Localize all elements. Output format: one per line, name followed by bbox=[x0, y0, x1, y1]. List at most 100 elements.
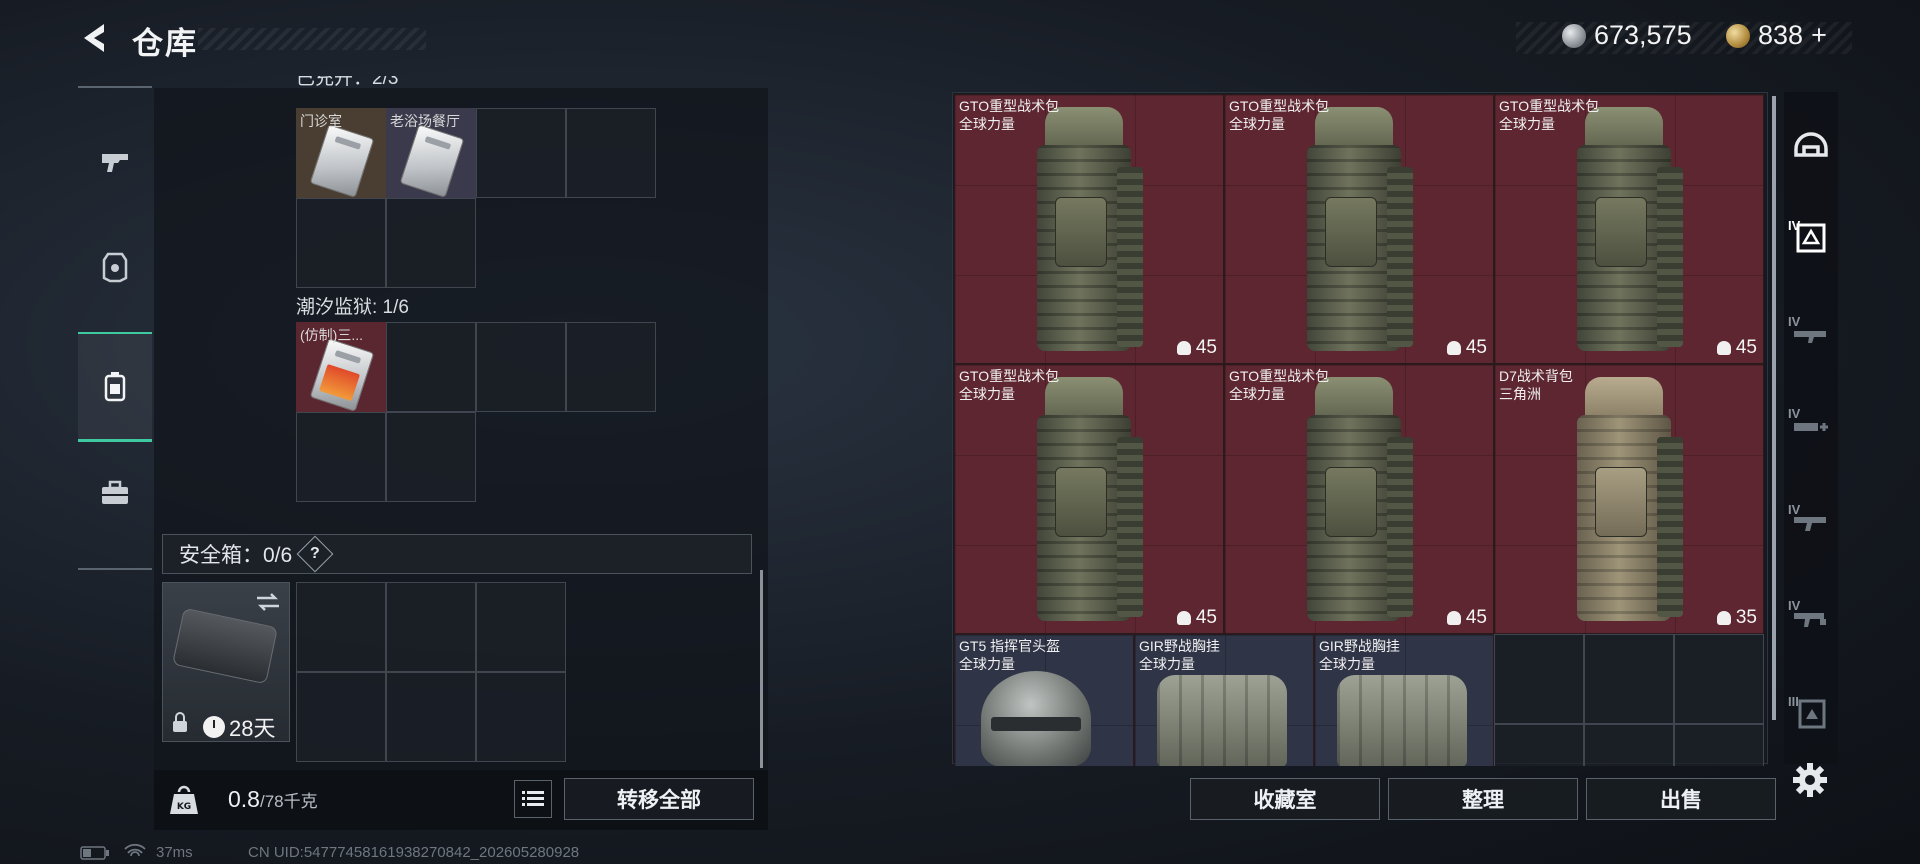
keycard-item[interactable]: 老浴场餐厅 bbox=[386, 108, 476, 198]
item-faction: 全球力量 bbox=[959, 656, 1015, 672]
safe-expiry: 28天 bbox=[203, 711, 275, 743]
battery-icon bbox=[80, 846, 109, 860]
item-faction: 全球力量 bbox=[1229, 386, 1285, 402]
filter-rifle[interactable]: IV bbox=[1786, 292, 1836, 376]
right-scrollbar[interactable] bbox=[1772, 96, 1776, 720]
weight-value: 0.8 bbox=[228, 786, 260, 812]
swap-icon[interactable] bbox=[255, 591, 281, 613]
capacity-icon bbox=[1446, 341, 1461, 355]
section-label-partial: 已充开：2/3 bbox=[296, 76, 399, 89]
stash-item[interactable]: GTO重型战术包 全球力量 45 bbox=[1224, 364, 1494, 634]
lock-icon bbox=[173, 712, 187, 732]
organize-button[interactable]: 整理 bbox=[1388, 778, 1578, 820]
tier-label: IV bbox=[1788, 314, 1801, 329]
ping-readout: 37ms bbox=[156, 844, 193, 861]
capacity-icon bbox=[1176, 341, 1191, 355]
stash-item[interactable]: GTO重型战术包 全球力量 45 bbox=[954, 94, 1224, 364]
backpack-image bbox=[1033, 377, 1143, 621]
tier-label: IV bbox=[1788, 218, 1801, 233]
currency-a: 673,575 bbox=[1562, 20, 1692, 51]
add-currency-button[interactable]: + bbox=[1811, 20, 1827, 51]
nav-tools[interactable] bbox=[78, 438, 152, 548]
filter-plate[interactable]: III bbox=[1786, 672, 1836, 756]
stash-item[interactable]: GIR野战胸挂 全球力量 bbox=[1134, 634, 1314, 766]
clock-icon bbox=[203, 716, 225, 738]
tier-label: IV bbox=[1788, 502, 1801, 517]
backpack-image bbox=[1033, 107, 1143, 351]
item-name: GTO重型战术包 bbox=[1499, 98, 1600, 114]
item-faction: 三角洲 bbox=[1499, 386, 1541, 402]
tier-label: III bbox=[1788, 694, 1799, 709]
keycard-item[interactable]: 门诊室 bbox=[296, 108, 386, 198]
stash-item[interactable]: GTO重型战术包 全球力量 45 bbox=[954, 364, 1224, 634]
stash-item[interactable]: D7战术背包 三角洲 35 bbox=[1494, 364, 1764, 634]
item-name: GTO重型战术包 bbox=[1229, 98, 1330, 114]
capacity-value: 35 bbox=[1735, 607, 1757, 628]
item-capacity: 45 bbox=[1176, 607, 1217, 629]
filter-armor[interactable]: IV bbox=[1786, 196, 1836, 280]
currency-b[interactable]: 838 + bbox=[1726, 20, 1827, 51]
toolbox-icon bbox=[102, 480, 128, 504]
backpack-image bbox=[1573, 107, 1683, 351]
item-faction: 全球力量 bbox=[1229, 116, 1285, 132]
safe-box-case[interactable]: 28天 bbox=[162, 582, 290, 742]
item-faction: 全球力量 bbox=[1319, 656, 1375, 672]
filter-gun[interactable]: IV bbox=[1786, 480, 1836, 564]
filter-smg[interactable]: IV bbox=[1786, 576, 1836, 660]
stash-item[interactable]: GIR野战胸挂 全球力量 bbox=[1314, 634, 1494, 766]
item-name: GTO重型战术包 bbox=[959, 368, 1060, 384]
backpack-image bbox=[1303, 107, 1413, 351]
stash-item[interactable]: GTO重型战术包 全球力量 45 bbox=[1224, 94, 1494, 364]
sell-button[interactable]: 出售 bbox=[1586, 778, 1776, 820]
help-icon: ? bbox=[310, 545, 321, 562]
list-icon bbox=[522, 791, 544, 806]
weight-readout: 0.8/78千克 bbox=[228, 786, 318, 813]
transfer-all-button[interactable]: 转移全部 bbox=[564, 778, 754, 820]
nav-backpack[interactable] bbox=[78, 332, 152, 442]
stash-item[interactable]: GTO重型战术包 全球力量 45 bbox=[1494, 94, 1764, 364]
keycard-icon bbox=[399, 124, 465, 198]
collection-room-button[interactable]: 收藏室 bbox=[1190, 778, 1380, 820]
category-nav bbox=[78, 86, 152, 570]
currency-a-value: 673,575 bbox=[1594, 20, 1692, 50]
stash-item[interactable]: GT5 指挥官头盔 全球力量 bbox=[954, 634, 1134, 766]
item-name: GT5 指挥官头盔 bbox=[959, 638, 1061, 654]
svg-text:KG: KG bbox=[177, 802, 191, 812]
empty-slot bbox=[1494, 634, 1584, 724]
weight-max: /78千克 bbox=[259, 792, 318, 811]
settings-gear-icon[interactable] bbox=[1790, 760, 1830, 800]
capacity-icon bbox=[1716, 611, 1731, 625]
filter-helmet[interactable] bbox=[1786, 100, 1836, 184]
empty-slot bbox=[1584, 724, 1674, 766]
list-view-button[interactable] bbox=[514, 780, 552, 818]
keycard-icon bbox=[309, 124, 375, 198]
item-name: GIR野战胸挂 bbox=[1319, 638, 1400, 654]
backpack-icon bbox=[104, 371, 126, 401]
safe-box-label: 安全箱：0/6 bbox=[179, 544, 293, 567]
help-button[interactable]: ? bbox=[296, 535, 334, 573]
filter-medkit[interactable]: IV bbox=[1786, 384, 1836, 468]
back-arrow-icon[interactable] bbox=[78, 20, 114, 56]
item-capacity: 45 bbox=[1176, 337, 1217, 359]
item-faction: 全球力量 bbox=[959, 386, 1015, 402]
section-label-prison: 潮汐监狱: 1/6 bbox=[296, 297, 409, 318]
weight-icon: KG bbox=[170, 785, 198, 814]
left-scrollbar[interactable] bbox=[760, 570, 763, 768]
capacity-icon bbox=[1716, 341, 1731, 355]
uid-readout: CN UID:54777458161938270842_202605280928 bbox=[248, 844, 580, 861]
tier-label: IV bbox=[1788, 406, 1801, 421]
capacity-icon bbox=[1176, 611, 1191, 625]
empty-slot bbox=[1674, 724, 1764, 766]
keycard-item[interactable]: (仿制)三... bbox=[296, 322, 386, 412]
nav-armor[interactable] bbox=[78, 212, 152, 322]
capacity-value: 45 bbox=[1735, 337, 1757, 358]
tier-label: IV bbox=[1788, 598, 1801, 613]
capacity-value: 45 bbox=[1195, 337, 1217, 358]
nav-weapons[interactable] bbox=[78, 106, 152, 216]
item-capacity: 45 bbox=[1446, 607, 1487, 629]
capacity-icon bbox=[1446, 611, 1461, 625]
armor-icon bbox=[102, 252, 128, 283]
item-name: (仿制)三... bbox=[300, 327, 363, 343]
item-name: 门诊室 bbox=[300, 113, 342, 129]
helmet-filter-icon bbox=[1794, 132, 1828, 157]
